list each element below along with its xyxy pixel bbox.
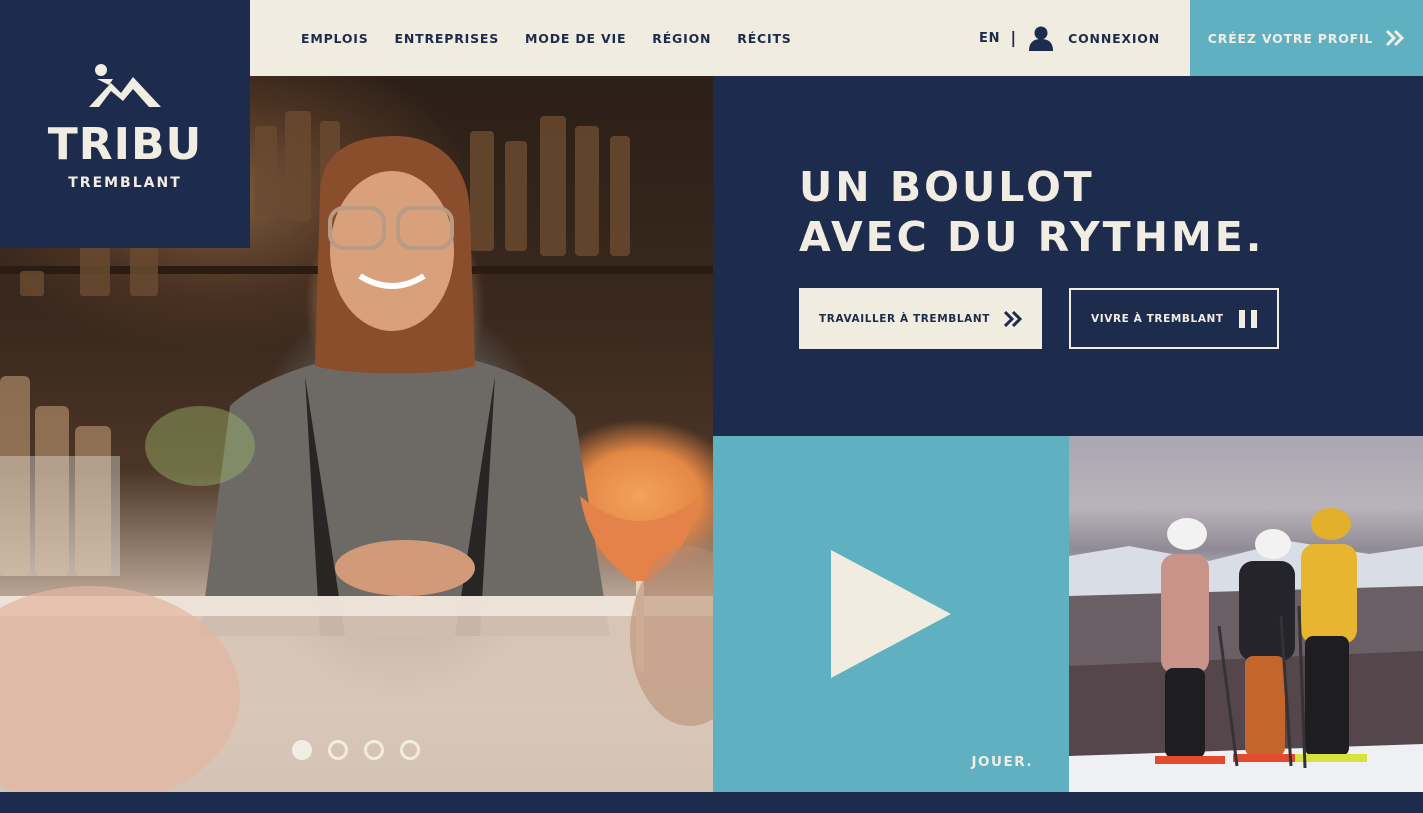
pause-icon: [1239, 309, 1257, 328]
hero-panel: UN BOULOT AVEC DU RYTHME. TRAVAILLER À T…: [713, 76, 1423, 436]
nav-item-entreprises[interactable]: ENTREPRISES: [395, 31, 499, 46]
carousel-dot-4[interactable]: [400, 740, 420, 760]
mountain-logo-icon: [89, 64, 161, 107]
carousel-indicators: [292, 740, 420, 760]
double-chevron-right-icon: [1386, 30, 1405, 46]
play-label: JOUER.: [971, 754, 1033, 770]
carousel-dot-2[interactable]: [328, 740, 348, 760]
nav-separator: |: [1010, 27, 1017, 47]
skiers-photo: [1069, 436, 1423, 792]
language-switch[interactable]: EN: [979, 31, 1000, 46]
top-navigation: EMPLOIS ENTREPRISES MODE DE VIE RÉGION R…: [250, 0, 1190, 76]
carousel-dot-3[interactable]: [364, 740, 384, 760]
play-icon: [831, 550, 951, 678]
work-in-tremblant-label: TRAVAILLER À TREMBLANT: [819, 312, 991, 325]
hero-headline: UN BOULOT AVEC DU RYTHME.: [799, 162, 1264, 262]
video-play-tile[interactable]: JOUER.: [713, 436, 1069, 792]
create-profile-label: CRÉEZ VOTRE PROFIL: [1207, 30, 1374, 46]
skiers-photo-illustration: [1069, 508, 1423, 792]
nav-item-recits[interactable]: RÉCITS: [737, 31, 791, 46]
login-link[interactable]: CONNEXION: [1068, 31, 1160, 46]
double-chevron-right-icon: [1004, 310, 1022, 327]
user-icon[interactable]: [1028, 25, 1054, 51]
logo-title: TRIBU: [47, 119, 203, 170]
footer-strip: [0, 792, 1423, 813]
account-area: EN | CONNEXION: [979, 25, 1160, 51]
hero-headline-line-2: AVEC DU RYTHME.: [799, 213, 1265, 261]
hero-headline-line-1: UN BOULOT: [799, 163, 1095, 211]
site-logo[interactable]: TRIBU TREMBLANT: [0, 0, 250, 248]
main-nav: EMPLOIS ENTREPRISES MODE DE VIE RÉGION R…: [301, 31, 818, 46]
logo-subtitle: TREMBLANT: [68, 175, 182, 191]
live-in-tremblant-button[interactable]: VIVRE À TREMBLANT: [1069, 288, 1279, 349]
carousel-dot-1[interactable]: [292, 740, 312, 760]
nav-item-mode-de-vie[interactable]: MODE DE VIE: [525, 31, 626, 46]
nav-item-region[interactable]: RÉGION: [652, 31, 711, 46]
create-profile-button[interactable]: CRÉEZ VOTRE PROFIL: [1190, 0, 1423, 76]
nav-item-emplois[interactable]: EMPLOIS: [301, 31, 369, 46]
work-in-tremblant-button[interactable]: TRAVAILLER À TREMBLANT: [799, 288, 1042, 349]
live-in-tremblant-label: VIVRE À TREMBLANT: [1091, 312, 1224, 325]
